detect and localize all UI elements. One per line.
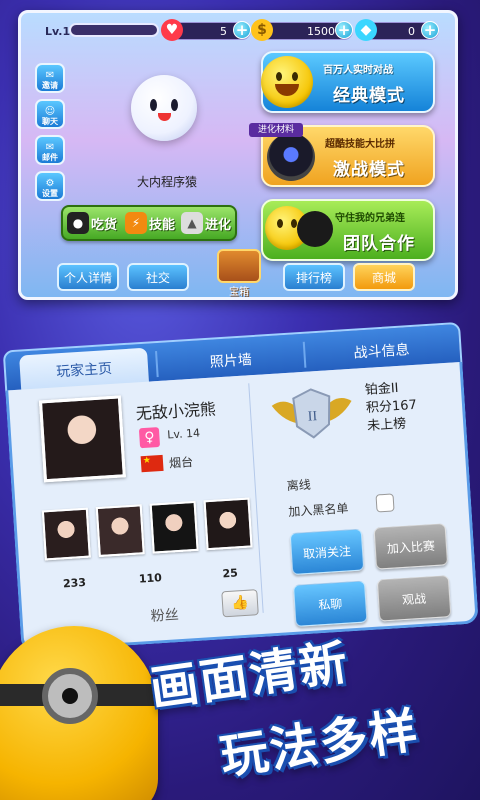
main-menu-panel: Lv.1 ♥ 5 + $ 1500 + ◆ 0 + ✉ 邀请 ☺ 聊天 ✉ 邮件… bbox=[18, 10, 458, 300]
rank-badge-icon: II bbox=[271, 388, 352, 439]
spectate-button[interactable]: 观战 bbox=[376, 575, 452, 622]
china-flag-icon: ★ bbox=[140, 454, 164, 473]
social-button[interactable]: 社交 bbox=[127, 263, 189, 291]
player-level-label: Lv. 14 bbox=[166, 426, 201, 442]
chat-icon: ☺ bbox=[44, 106, 56, 117]
treasure-chest-button[interactable] bbox=[217, 249, 261, 283]
mail-button[interactable]: ✉ 邮件 bbox=[35, 135, 65, 165]
stat-value: 25 bbox=[222, 566, 239, 581]
leaderboard-button[interactable]: 排行榜 bbox=[283, 263, 345, 291]
lightning-icon: ⚡ bbox=[125, 212, 147, 234]
profile-card: 无敌小浣熊 ♀ Lv. 14 ★ 烟台 233 110 25 粉丝 👍 II 铂… bbox=[5, 361, 479, 653]
thumbs-up-icon: 👍 bbox=[230, 594, 250, 612]
ability-skill-button[interactable]: ⚡ 技能 bbox=[125, 207, 175, 239]
classic-mode-button[interactable]: 百万人实时对战 经典模式 bbox=[261, 51, 435, 113]
ability-bar: ● 吃货 ⚡ 技能 ▲ 进化 bbox=[61, 205, 237, 241]
female-icon: ♀ bbox=[138, 427, 161, 449]
private-chat-button[interactable]: 私聊 bbox=[292, 580, 368, 627]
rank-points: 积分167 bbox=[365, 397, 418, 416]
photo-thumbnails bbox=[41, 497, 255, 564]
rank-board: 未上榜 bbox=[366, 416, 407, 434]
blacklist-label: 加入黑名单 bbox=[287, 501, 349, 520]
invite-icon: ✉ bbox=[45, 70, 55, 81]
monster-icon bbox=[267, 133, 315, 181]
ability-eat-button[interactable]: ● 吃货 bbox=[67, 207, 117, 239]
xp-bar bbox=[69, 23, 159, 37]
cat-icon: ● bbox=[67, 212, 89, 234]
shop-button[interactable]: 商城 bbox=[353, 263, 415, 291]
mascot-avatar[interactable] bbox=[131, 75, 197, 141]
smiley-icon bbox=[261, 56, 313, 108]
settings-button[interactable]: ⚙ 设置 bbox=[35, 171, 65, 201]
black-cat-icon bbox=[297, 211, 333, 247]
join-match-button[interactable]: 加入比赛 bbox=[373, 523, 449, 570]
photo-thumbnail[interactable] bbox=[41, 507, 91, 561]
profile-details-button[interactable]: 个人详情 bbox=[57, 263, 119, 291]
blacklist-checkbox[interactable] bbox=[375, 493, 395, 513]
coins-count: 1500 bbox=[307, 25, 335, 38]
player-level: Lv.1 bbox=[45, 25, 71, 38]
gear-icon: ⚙ bbox=[45, 178, 55, 189]
stat-value: 110 bbox=[138, 571, 163, 586]
combat-mode-title: 激战模式 bbox=[333, 160, 405, 180]
evolution-material-tag: 进化材料 bbox=[249, 123, 303, 137]
rank-info: 铂金II 积分167 未上榜 bbox=[364, 379, 418, 436]
status-bar: Lv.1 ♥ 5 + $ 1500 + ◆ 0 + bbox=[21, 13, 455, 49]
chat-button[interactable]: ☺ 聊天 bbox=[35, 99, 65, 129]
ability-evolve-button[interactable]: ▲ 进化 bbox=[181, 207, 231, 239]
dragon-icon: ▲ bbox=[181, 212, 203, 234]
add-gems-button[interactable]: + bbox=[421, 21, 439, 39]
classic-mode-title: 经典模式 bbox=[333, 86, 405, 106]
hearts-count: 5 bbox=[220, 25, 227, 38]
followers-label: 粉丝 bbox=[150, 607, 180, 625]
diamond-icon: ◆ bbox=[355, 19, 377, 41]
combat-mode-subtitle: 超酷技能大比拼 bbox=[325, 139, 395, 150]
invite-button[interactable]: ✉ 邀请 bbox=[35, 63, 65, 93]
online-status: 离线 bbox=[286, 477, 312, 494]
player-name: 无敌小浣熊 bbox=[135, 399, 217, 424]
gems-count: 0 bbox=[408, 25, 415, 38]
player-city: 烟台 bbox=[168, 454, 194, 471]
team-mode-subtitle: 守住我的兄弟连 bbox=[335, 213, 405, 224]
add-hearts-button[interactable]: + bbox=[233, 21, 251, 39]
photo-thumbnail[interactable] bbox=[95, 504, 145, 558]
svg-text:II: II bbox=[307, 409, 318, 425]
team-mode-title: 团队合作 bbox=[343, 234, 415, 254]
unfollow-button[interactable]: 取消关注 bbox=[289, 528, 365, 575]
like-button[interactable]: 👍 bbox=[221, 589, 259, 618]
classic-mode-subtitle: 百万人实时对战 bbox=[323, 65, 393, 76]
minion-mascot bbox=[0, 626, 158, 800]
mascot-name: 大内程序猿 bbox=[136, 175, 197, 189]
chest-label: 宝箱 bbox=[229, 287, 249, 298]
stat-value: 233 bbox=[62, 575, 87, 591]
photo-thumbnail[interactable] bbox=[203, 497, 253, 551]
coin-icon: $ bbox=[251, 19, 273, 41]
heart-icon: ♥ bbox=[161, 19, 183, 41]
add-coins-button[interactable]: + bbox=[335, 21, 353, 39]
profile-photo[interactable] bbox=[38, 395, 126, 483]
photo-thumbnail[interactable] bbox=[149, 500, 199, 554]
team-mode-button[interactable]: 守住我的兄弟连 团队合作 bbox=[261, 199, 435, 261]
mail-icon: ✉ bbox=[45, 142, 55, 153]
player-profile-panel: 玩家主页 照片墙 战斗信息 无敌小浣熊 ♀ Lv. 14 ★ 烟台 233 11… bbox=[2, 321, 480, 660]
